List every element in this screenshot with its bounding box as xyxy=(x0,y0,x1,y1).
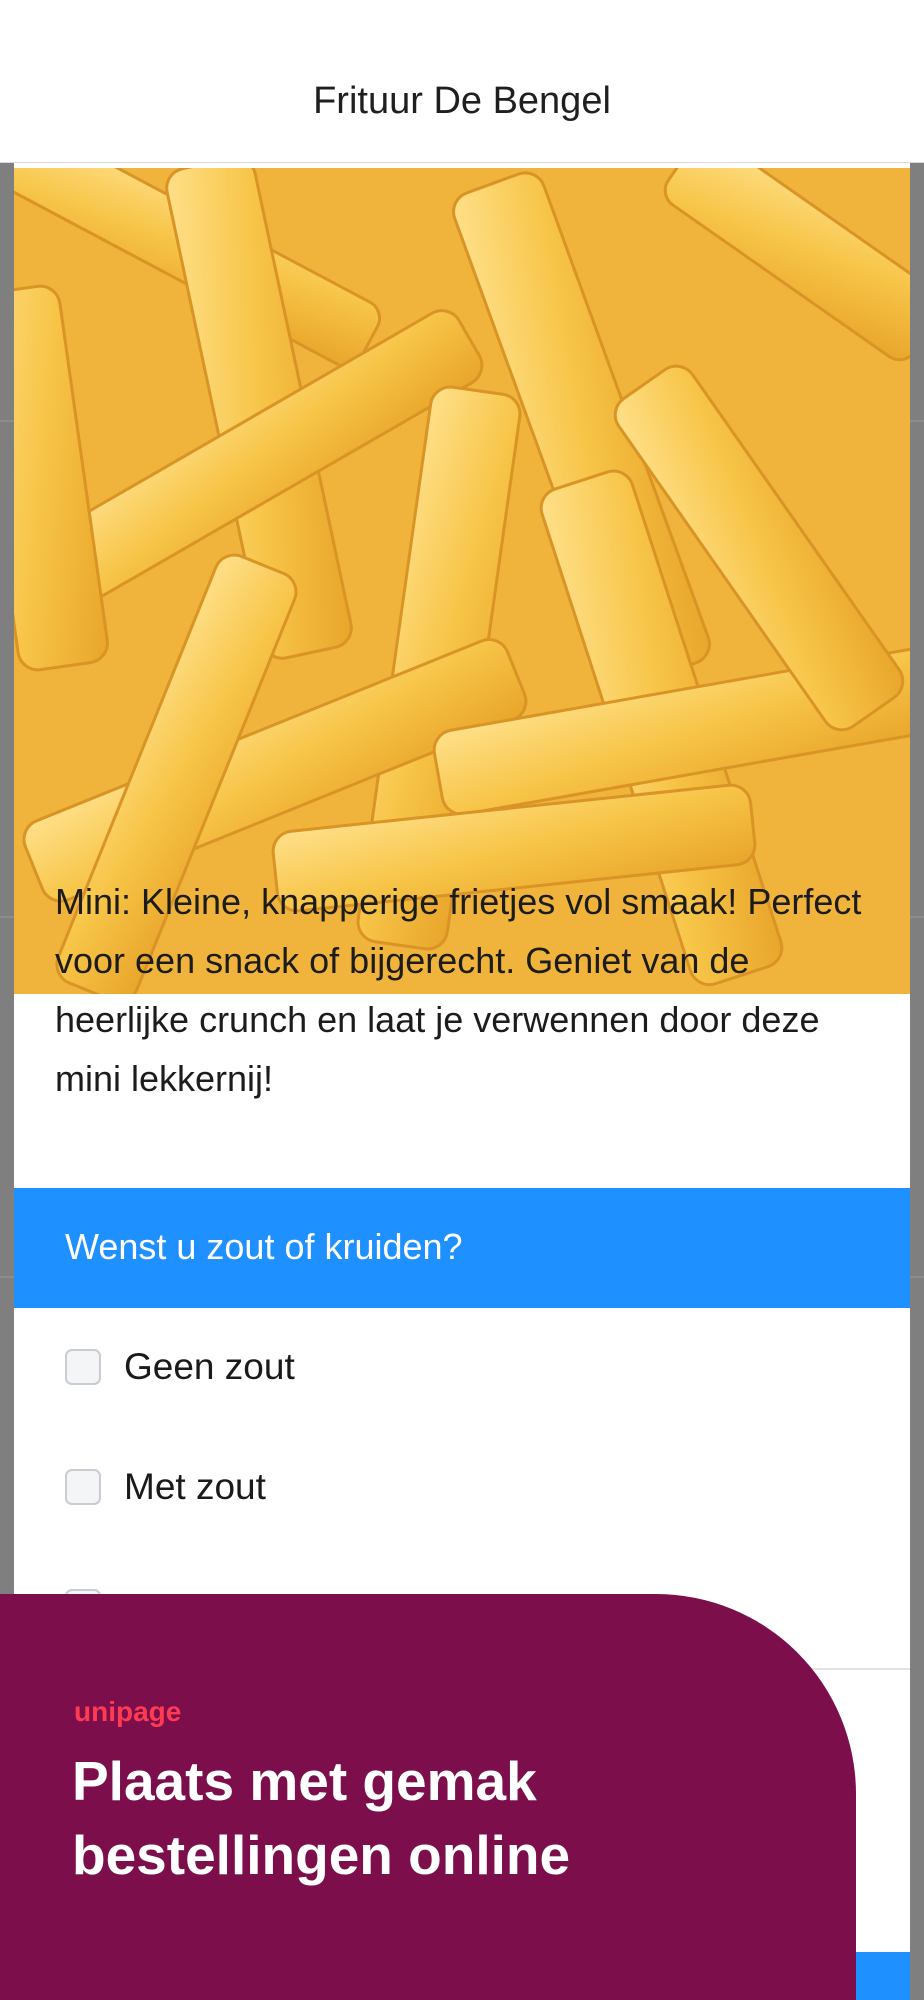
option-group-header: Wenst u zout of kruiden? xyxy=(14,1188,910,1308)
page-title: Frituur De Bengel xyxy=(313,80,611,122)
option-label: Met zout xyxy=(124,1466,266,1507)
product-description: Mini: Kleine, knapperige frietjes vol sm… xyxy=(55,881,862,1099)
checkbox[interactable] xyxy=(65,1349,101,1385)
promo-title: Plaats met gemak bestellingen online xyxy=(72,1750,571,1886)
checkbox[interactable] xyxy=(65,1469,101,1505)
fries-photo xyxy=(14,168,910,994)
option-row-met-zout[interactable]: Met zout xyxy=(14,1428,910,1550)
app-header: Frituur De Bengel xyxy=(0,0,924,163)
option-group-question: Wenst u zout of kruiden? xyxy=(65,1226,463,1267)
option-label: Geen zout xyxy=(124,1346,295,1387)
option-row-geen-zout[interactable]: Geen zout xyxy=(14,1308,910,1430)
product-image xyxy=(14,168,910,994)
promo-banner[interactable]: unipage Plaats met gemak bestellingen on… xyxy=(0,1594,856,2000)
promo-brand-logo: unipage xyxy=(74,1696,182,1727)
page: Frituur De Bengel Mini: Kleine, knapperi… xyxy=(0,0,924,2000)
